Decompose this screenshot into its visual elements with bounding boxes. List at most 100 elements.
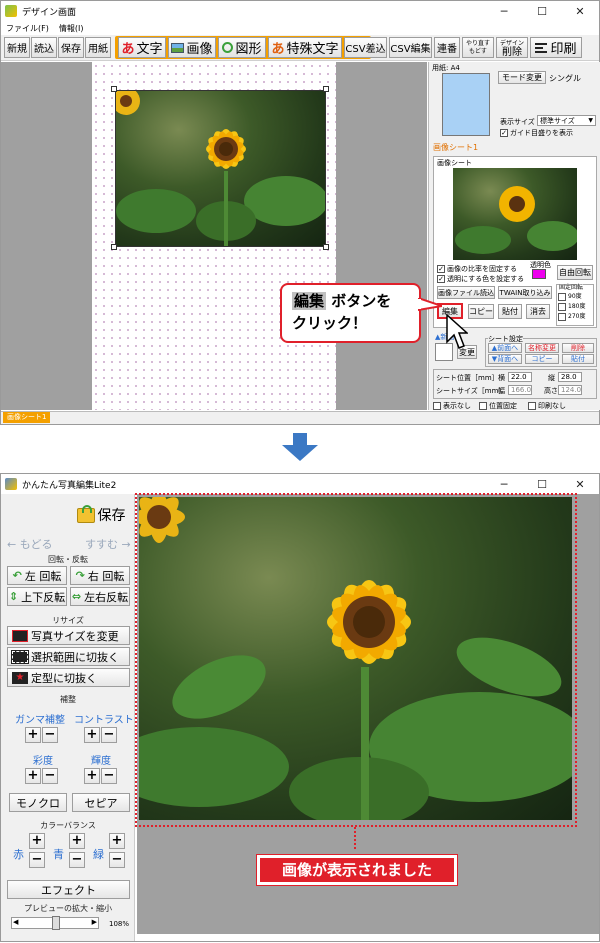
close-button[interactable]: ✕ <box>561 1 599 21</box>
blue-plus-button[interactable]: + <box>109 833 125 849</box>
copy-button[interactable]: コピー <box>468 304 494 319</box>
text-icon: あ <box>121 42 135 57</box>
load-image-file-button[interactable]: 画像ファイル読込 <box>437 286 495 299</box>
flip-vertical-button[interactable]: ⇕ 上下反転 <box>7 587 67 606</box>
change-size-button[interactable]: 写真サイズを変更 <box>7 626 130 645</box>
print-button[interactable]: 印刷 <box>530 37 582 58</box>
flip-horizontal-icon: ⇔ <box>71 590 82 603</box>
sheet-copy-button[interactable]: コピー <box>525 354 559 364</box>
close-button[interactable]: ✕ <box>561 474 599 494</box>
redo-undo-button[interactable]: やり直す もどす <box>462 37 494 58</box>
rotate-90-checkbox[interactable]: 90度 <box>558 291 582 301</box>
shape-button[interactable]: 図形 <box>218 37 266 58</box>
green-minus-button[interactable]: − <box>69 852 85 868</box>
sheet-front-button[interactable]: ▲前面へ <box>488 343 522 353</box>
resize-icon <box>12 629 28 642</box>
menu-info[interactable]: 情報(I) <box>59 23 84 34</box>
series-button[interactable]: 連番 <box>434 37 460 58</box>
width-input[interactable]: 166.0 <box>508 385 532 395</box>
image-sheet-group-label: 画像シート <box>437 159 472 167</box>
window-title-2: かんたん写真編集Lite2 <box>22 480 117 491</box>
brightness-plus-button[interactable]: + <box>84 768 100 784</box>
keep-ratio-checkbox[interactable]: ✓ 画像の比率を固定する <box>437 264 517 274</box>
paper-button[interactable]: 用紙 <box>85 37 111 58</box>
gamma-minus-button[interactable]: − <box>42 727 58 743</box>
open-button[interactable]: 読込 <box>31 37 57 58</box>
rotate-left-button[interactable]: ↶ 左 回転 <box>7 566 67 585</box>
sepia-button[interactable]: セピア <box>72 793 130 812</box>
delete-label: 削除 <box>502 46 522 58</box>
text-button[interactable]: あ 文字 <box>118 37 166 58</box>
crop-shape-button[interactable]: ★ 定型に切抜く <box>7 668 130 687</box>
flip-horizontal-button[interactable]: ⇔ 左右反転 <box>70 587 130 606</box>
rotate-right-button[interactable]: ↷ 右 回転 <box>70 566 130 585</box>
csv-edit-button[interactable]: CSV編集 <box>389 37 432 58</box>
slider-thumb[interactable] <box>52 916 60 930</box>
red-plus-button[interactable]: + <box>29 833 45 849</box>
design-delete-button[interactable]: デザイン 削除 <box>496 37 528 58</box>
contrast-plus-button[interactable]: + <box>84 727 100 743</box>
name-change-button[interactable]: 名称変更 <box>525 343 559 353</box>
transparent-checkbox[interactable]: ✓ 透明にする色を設定する <box>437 274 524 284</box>
callout-text-2: クリック！ <box>292 314 368 332</box>
status-tab[interactable]: 画像シート1 <box>3 412 51 423</box>
menu-bar: ファイル(F) 情報(I) <box>1 21 599 35</box>
rotate-180-checkbox[interactable]: 180度 <box>558 301 585 311</box>
instruction-callout: 編集 ボタンを クリック！ <box>280 283 421 343</box>
back-button[interactable]: ← もどる <box>7 536 53 552</box>
mono-button[interactable]: モノクロ <box>9 793 67 812</box>
zoom-slider[interactable]: ◀ ▶ <box>11 916 99 930</box>
crop-selection-button[interactable]: 選択範囲に切抜く <box>7 647 130 666</box>
pos-y-input[interactable]: 28.0 <box>558 372 582 382</box>
guide-checkbox[interactable]: ✓ ガイド目盛りを表示 <box>500 128 573 138</box>
no-print-checkbox[interactable]: 印刷なし <box>528 401 566 411</box>
sheet-back-button[interactable]: ▼背面へ <box>488 354 522 364</box>
brightness-minus-button[interactable]: − <box>101 768 117 784</box>
saturation-minus-button[interactable]: − <box>42 768 58 784</box>
mode-change-button[interactable]: モード変更 <box>498 71 546 84</box>
contrast-label: コントラスト <box>74 715 134 726</box>
resize-handle[interactable] <box>323 244 329 250</box>
sheet-paste-button[interactable]: 貼付 <box>562 354 594 364</box>
twain-button[interactable]: TWAIN取り込み <box>498 286 552 299</box>
display-size-select[interactable]: 標準サイズ ▼ <box>537 115 596 126</box>
saturation-plus-button[interactable]: + <box>25 768 41 784</box>
image-icon <box>171 42 185 53</box>
clear-button[interactable]: 消去 <box>526 304 550 319</box>
green-plus-button[interactable]: + <box>69 833 85 849</box>
pos-x-input[interactable]: 22.0 <box>508 372 532 382</box>
contrast-minus-button[interactable]: − <box>101 727 117 743</box>
pos-x-label: 横 <box>498 374 505 382</box>
image-sheet-title: 画像シート1 <box>433 143 479 152</box>
red-minus-button[interactable]: − <box>29 852 45 868</box>
effect-button[interactable]: エフェクト <box>7 880 130 899</box>
sunflower-image[interactable] <box>115 90 326 247</box>
minimize-button[interactable]: ─ <box>485 474 523 494</box>
sheet-delete-button[interactable]: 削除 <box>562 343 594 353</box>
save-button[interactable]: 保存 <box>58 37 84 58</box>
fix-position-checkbox[interactable]: 位置固定 <box>479 401 517 411</box>
height-input[interactable]: 124.0 <box>558 385 582 395</box>
save-button[interactable]: 保存 <box>71 503 131 527</box>
resize-handle[interactable] <box>111 244 117 250</box>
paste-button[interactable]: 貼付 <box>498 304 522 319</box>
new-button[interactable]: 新規 <box>4 37 30 58</box>
csv-insert-button[interactable]: CSV差込 <box>344 37 387 58</box>
special-text-button[interactable]: あ 特殊文字 <box>268 37 342 58</box>
transparent-color-swatch[interactable] <box>532 269 546 279</box>
preview-zoom-label: プレビューの拡大・縮小 <box>24 904 112 913</box>
resize-handle[interactable] <box>323 86 329 92</box>
menu-file[interactable]: ファイル(F) <box>6 23 49 34</box>
forward-button[interactable]: すすむ → <box>85 536 131 552</box>
resize-handle[interactable] <box>111 86 117 92</box>
hide-checkbox[interactable]: 表示なし <box>433 401 471 411</box>
image-button[interactable]: 画像 <box>168 37 216 58</box>
mouse-cursor-icon <box>446 314 468 349</box>
minimize-button[interactable]: ─ <box>485 1 523 21</box>
gamma-plus-button[interactable]: + <box>25 727 41 743</box>
blue-minus-button[interactable]: − <box>109 852 125 868</box>
rotate-270-checkbox[interactable]: 270度 <box>558 311 585 321</box>
maximize-button[interactable]: ☐ <box>523 1 561 21</box>
maximize-button[interactable]: ☐ <box>523 474 561 494</box>
free-rotate-button[interactable]: 自由回転 <box>557 265 593 280</box>
